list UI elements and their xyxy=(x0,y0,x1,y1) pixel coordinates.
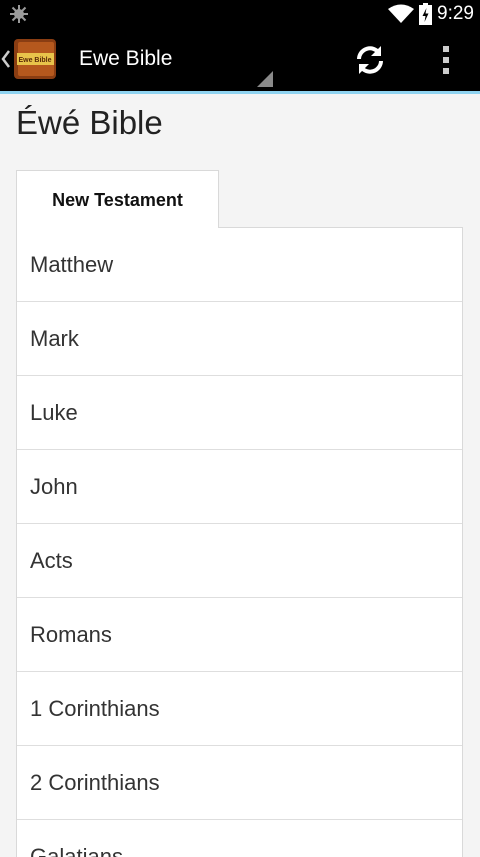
list-item-matthew[interactable]: Matthew xyxy=(17,228,462,302)
book-list[interactable]: Matthew Mark Luke John Acts Romans 1 Cor… xyxy=(16,227,463,857)
chevron-left-icon[interactable] xyxy=(0,47,12,71)
action-bar-divider xyxy=(0,91,480,94)
status-time: 9:29 xyxy=(437,2,474,24)
refresh-button[interactable] xyxy=(348,39,392,81)
list-item-1-corinthians[interactable]: 1 Corinthians xyxy=(17,672,462,746)
tab-label: New Testament xyxy=(52,190,183,210)
android-debug-icon xyxy=(10,5,28,23)
overflow-menu-icon xyxy=(443,46,449,74)
action-bar: Ewe Bible Ewe Bible xyxy=(0,27,480,91)
spinner-indicator-icon xyxy=(257,71,273,87)
wifi-icon xyxy=(388,4,415,23)
list-item-john[interactable]: John xyxy=(17,450,462,524)
list-item-acts[interactable]: Acts xyxy=(17,524,462,598)
action-bar-title[interactable]: Ewe Bible xyxy=(79,27,172,91)
page-title: Éwé Bible xyxy=(16,104,163,141)
overflow-menu-button[interactable] xyxy=(432,39,460,81)
list-item-galatians[interactable]: Galatians xyxy=(17,820,462,857)
list-item-luke[interactable]: Luke xyxy=(17,376,462,450)
status-bar: 9:29 xyxy=(0,0,480,27)
refresh-icon xyxy=(357,46,383,74)
battery-charging-icon xyxy=(419,2,433,25)
list-item-mark[interactable]: Mark xyxy=(17,302,462,376)
list-item-2-corinthians[interactable]: 2 Corinthians xyxy=(17,746,462,820)
app-logo[interactable]: Ewe Bible xyxy=(12,37,58,81)
list-item-romans[interactable]: Romans xyxy=(17,598,462,672)
app-logo-text: Ewe Bible xyxy=(18,57,51,64)
tab-new-testament[interactable]: New Testament xyxy=(16,170,219,228)
